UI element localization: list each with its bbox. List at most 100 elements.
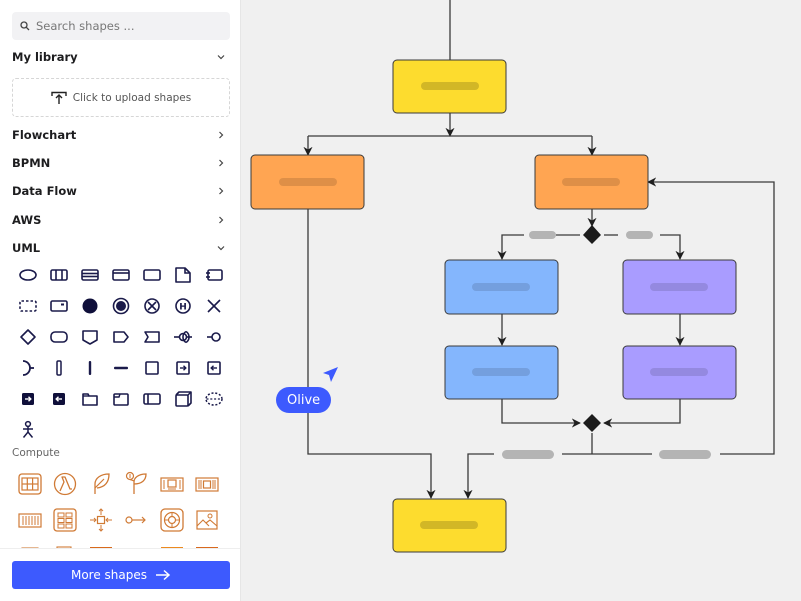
connector-gw-to-purple[interactable] [660, 234, 685, 260]
uml-shape-frame[interactable] [106, 262, 136, 288]
uml-shape-swimlane[interactable] [137, 386, 167, 412]
uml-shape-accept-signal[interactable] [106, 324, 136, 350]
section-label: UML [12, 241, 41, 255]
gateway-merge-diamond[interactable] [583, 414, 601, 432]
flowchart-diagram [250, 0, 775, 553]
compute-shape-sprout[interactable] [119, 467, 153, 501]
uml-shape-send-signal[interactable] [75, 324, 105, 350]
uml-shape-message-line[interactable] [106, 355, 136, 381]
search-box[interactable] [12, 12, 230, 40]
diagram-canvas[interactable]: Olive [242, 0, 801, 601]
uml-shape-history[interactable]: H [168, 293, 198, 319]
uml-shape-required-interface[interactable] [13, 355, 43, 381]
uml-shape-diamond[interactable] [13, 324, 43, 350]
uml-shape-lollipop-required[interactable] [199, 324, 229, 350]
uml-shape-dashed-rect[interactable] [13, 293, 43, 319]
uml-shape-exit-point[interactable] [199, 355, 229, 381]
uml-shape-port-out[interactable] [44, 386, 74, 412]
arrow-right-icon [156, 569, 171, 581]
uml-shape-flow-final[interactable] [137, 293, 167, 319]
node-left-branch[interactable] [250, 154, 365, 210]
uml-shape-rounded-rect[interactable] [44, 324, 74, 350]
uml-shape-tab-frame[interactable] [106, 386, 136, 412]
aws-rack-icon [18, 513, 42, 528]
uml-shape-component[interactable] [199, 262, 229, 288]
final-node-icon [112, 297, 130, 315]
lifeline-icon [56, 360, 62, 376]
connector-merge-to-end[interactable] [463, 453, 494, 499]
uml-shape-package[interactable] [75, 386, 105, 412]
uml-shape-actor[interactable] [13, 417, 43, 443]
compute-shape-chip[interactable] [190, 467, 224, 501]
connector-gw-to-blue[interactable] [497, 234, 524, 260]
compute-shape-endpoint[interactable] [119, 503, 153, 537]
compute-shape-leaf[interactable] [84, 467, 118, 501]
node-end[interactable] [392, 498, 507, 553]
uml-shape-port-in[interactable] [13, 386, 43, 412]
uml-shape-lollipop-provided[interactable] [168, 324, 198, 350]
aws-sprout-icon [125, 471, 147, 494]
search-icon [20, 21, 30, 31]
connector-loop-back[interactable] [647, 177, 775, 455]
collaborator-name: Olive [287, 392, 321, 408]
compute-shape-lifebuoy[interactable] [155, 503, 189, 537]
uml-shape-dashed-ellipse[interactable] [199, 386, 229, 412]
node-blue-2[interactable] [444, 345, 559, 400]
uml-shape-note[interactable] [168, 262, 198, 288]
section-label: BPMN [12, 156, 51, 170]
node-purple-1[interactable] [622, 259, 737, 315]
uml-shape-entry-point[interactable] [168, 355, 198, 381]
aws-endpoint-icon [125, 516, 146, 524]
uml-shape-initial-node[interactable] [75, 293, 105, 319]
uml-shape-event[interactable] [137, 324, 167, 350]
flow-final-icon [144, 298, 160, 314]
uml-shape-node-3d[interactable] [168, 386, 198, 412]
section-aws[interactable]: AWS [12, 210, 226, 230]
compute-section-label: Compute [12, 447, 60, 459]
node-purple-2[interactable] [622, 345, 737, 400]
compute-shape-instance[interactable] [155, 467, 189, 501]
collaborator-cursor-icon [323, 367, 338, 382]
uml-shape-rectangle[interactable] [137, 262, 167, 288]
uml-shape-state[interactable] [137, 355, 167, 381]
connector-blue2-merge[interactable] [501, 399, 581, 428]
compute-shape-lambda[interactable] [48, 467, 82, 501]
uml-shape-object[interactable] [44, 293, 74, 319]
search-input[interactable] [36, 19, 216, 33]
compute-shape-ec2[interactable] [13, 467, 47, 501]
section-bpmn[interactable]: BPMN [12, 153, 226, 173]
compute-shape-autoscaling[interactable] [84, 503, 118, 537]
uml-shape-final-node[interactable] [106, 293, 136, 319]
connector-purple2-merge[interactable] [603, 399, 681, 428]
connector-left-to-end[interactable] [307, 209, 436, 499]
more-shapes-button[interactable]: More shapes [12, 561, 230, 589]
uml-shape-terminate[interactable] [199, 293, 229, 319]
uml-shape-class[interactable] [44, 262, 74, 288]
uml-shape-interface[interactable] [75, 262, 105, 288]
connector-label-placeholder[interactable] [659, 450, 711, 459]
object-rect-icon [50, 300, 68, 312]
node-blue-1[interactable] [444, 259, 559, 315]
section-my-library[interactable]: My library [12, 47, 226, 67]
node-start[interactable] [392, 59, 507, 114]
node-3d-icon [175, 391, 192, 407]
compute-shape-cluster[interactable] [48, 503, 82, 537]
port-in-icon [22, 393, 34, 405]
upload-shapes-dropzone[interactable]: Click to upload shapes [12, 78, 230, 117]
uml-shape-lifeline[interactable] [44, 355, 74, 381]
section-flowchart[interactable]: Flowchart [12, 125, 226, 145]
aws-leaf-icon [94, 473, 110, 494]
connector-label-placeholder[interactable] [529, 231, 556, 239]
uml-shape-ellipse[interactable] [13, 262, 43, 288]
section-data-flow[interactable]: Data Flow [12, 181, 226, 201]
required-interface-icon [22, 360, 34, 376]
gateway-split-diamond[interactable] [583, 225, 601, 244]
connector-label-placeholder[interactable] [626, 231, 653, 239]
compute-shape-rack[interactable] [13, 503, 47, 537]
uml-shape-activation[interactable] [75, 355, 105, 381]
node-right-branch[interactable] [534, 154, 649, 210]
section-uml[interactable]: UML [12, 238, 226, 258]
shapes-sidebar: My library Click to upload shapes Flowch… [0, 0, 241, 601]
compute-shape-image[interactable] [190, 503, 224, 537]
connector-label-placeholder[interactable] [502, 450, 554, 459]
